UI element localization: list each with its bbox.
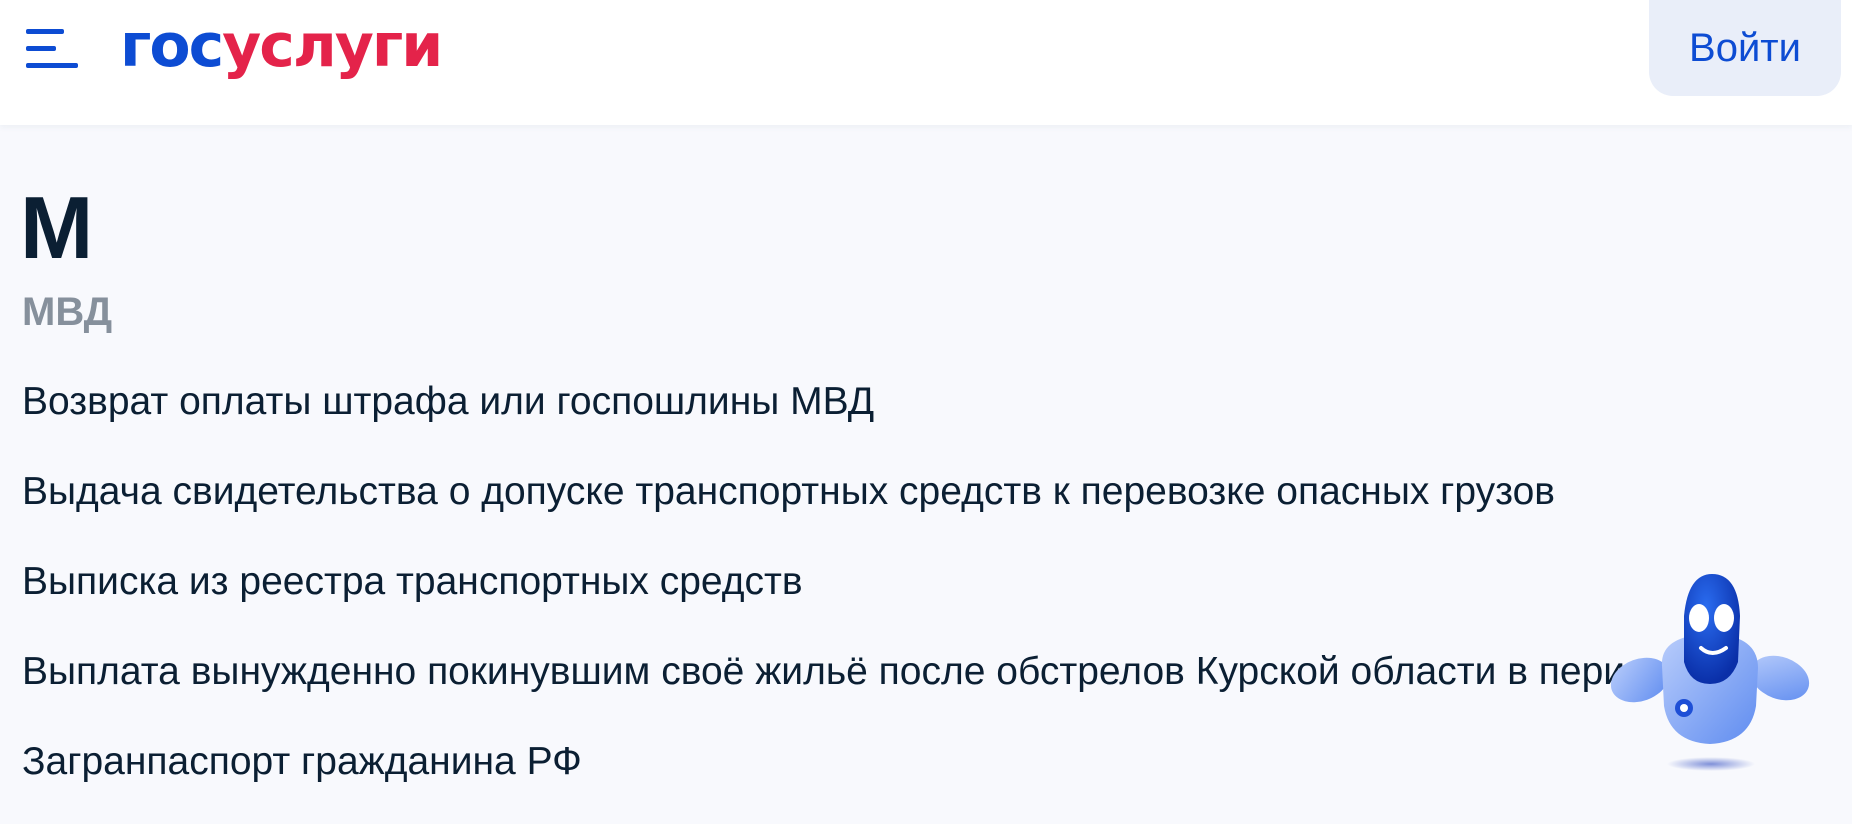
service-item: Выдача свидетельства о допуске транспорт… <box>22 464 1763 554</box>
gosuslugi-logo[interactable]: госуслуги <box>120 6 443 86</box>
service-item: Возврат оплаты штрафа или госпошлины МВД <box>22 374 1763 464</box>
login-button[interactable]: Войти <box>1649 0 1841 96</box>
service-link[interactable]: Выдача свидетельства о допуске транспорт… <box>22 470 1555 513</box>
service-link[interactable]: Загранпаспорт гражданина РФ <box>22 740 582 783</box>
department-heading: МВД <box>22 290 113 334</box>
service-link[interactable]: Выплата вынужденно покинувшим своё жильё… <box>22 650 1763 693</box>
service-link[interactable]: Возврат оплаты штрафа или госпошлины МВД <box>22 380 874 423</box>
service-item: Выписка из реестра транспортных средств <box>22 554 1763 644</box>
menu-icon[interactable] <box>24 26 80 70</box>
service-item: Выплата вынужденно покинувшим своё жильё… <box>22 644 1763 734</box>
logo-part-uslugi: услуги <box>222 11 443 81</box>
service-list: Возврат оплаты штрафа или госпошлины МВД… <box>22 374 1763 824</box>
service-item: Загранпаспорт гражданина РФ <box>22 734 1763 824</box>
service-link[interactable]: Выписка из реестра транспортных средств <box>22 560 803 603</box>
robot-assistant-icon[interactable] <box>1600 566 1816 776</box>
alphabet-letter-heading: М <box>20 178 94 277</box>
site-header: госуслуги Войти <box>0 0 1852 125</box>
logo-part-gos: гос <box>120 11 224 81</box>
